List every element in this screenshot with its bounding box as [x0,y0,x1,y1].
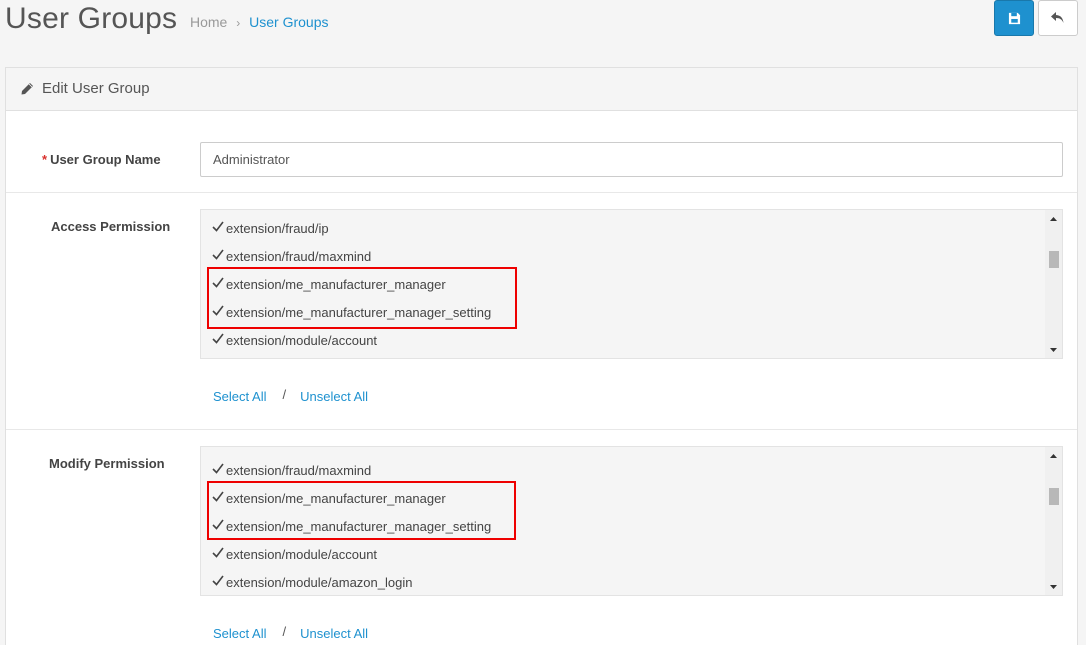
pencil-icon [21,83,33,95]
highlight-annotation [207,267,517,329]
user-group-name-input[interactable] [200,142,1063,177]
breadcrumb: Home › User Groups [190,14,329,30]
scroll-thumb[interactable] [1049,488,1059,505]
scrollbar[interactable] [1045,210,1062,358]
breadcrumb-user-groups[interactable]: User Groups [249,14,328,30]
modify-item-module-amazon-login[interactable]: extension/module/amazon_login [211,572,412,592]
permission-label: extension/fraud/maxmind [226,248,372,264]
permission-label: extension/fraud/ip [226,220,329,236]
modify-item-fraud-maxmind[interactable]: extension/fraud/maxmind [211,460,371,480]
checkbox[interactable] [211,462,224,475]
checkbox[interactable] [211,574,224,587]
access-select-all-link[interactable]: Select All [213,389,266,404]
panel-heading: Edit User Group [6,68,1077,111]
access-permission-label: Access Permission [51,219,171,234]
permission-label: extension/module/amazon_login [226,574,413,590]
access-unselect-all-link[interactable]: Unselect All [300,389,368,404]
checkbox[interactable] [211,220,224,233]
checkbox[interactable] [211,546,224,559]
back-button[interactable] [1038,0,1078,36]
save-button[interactable] [994,0,1034,36]
scroll-thumb[interactable] [1049,251,1059,268]
scroll-down-arrow-icon[interactable] [1045,578,1062,595]
breadcrumb-home[interactable]: Home [190,14,227,30]
modify-item-module-account[interactable]: extension/module/account [211,544,377,564]
modify-select-links: Select All / Unselect All [213,624,368,641]
row-divider [6,429,1077,430]
access-item-fraud-maxmind[interactable]: extension/fraud/maxmind [211,246,371,266]
row-divider [6,192,1077,193]
required-marker: * [42,152,48,167]
user-group-name-label-text: User Group Name [50,152,161,167]
checkbox[interactable] [211,332,224,345]
scroll-down-arrow-icon[interactable] [1045,341,1062,358]
checkmark-icon [211,575,224,586]
modify-permission-label: Modify Permission [49,456,165,471]
save-icon [1008,12,1020,24]
access-item-fraud-ip[interactable]: extension/fraud/ip [211,218,329,238]
permission-label: extension/module/account [226,332,378,348]
modify-unselect-all-link[interactable]: Unselect All [300,626,368,641]
checkmark-icon [211,463,224,474]
scroll-up-arrow-icon[interactable] [1045,210,1062,227]
highlight-annotation [207,481,516,540]
scrollbar[interactable] [1045,447,1062,595]
permission-label: extension/module/account [226,546,378,562]
page-header: User Groups Home › User Groups [0,0,1086,52]
modify-select-all-link[interactable]: Select All [213,626,266,641]
link-separator: / [282,387,287,402]
page-title: User Groups [5,2,178,35]
link-separator: / [282,624,287,639]
access-item-module-account[interactable]: extension/module/account [211,330,377,350]
permission-label: extension/fraud/maxmind [226,462,372,478]
checkmark-icon [211,333,224,344]
checkmark-icon [211,249,224,260]
scroll-up-arrow-icon[interactable] [1045,447,1062,464]
checkmark-icon [211,547,224,558]
checkbox[interactable] [211,248,224,261]
panel-title: Edit User Group [42,80,150,97]
checkmark-icon [211,221,224,232]
reply-icon [1051,12,1064,23]
edit-user-group-panel: Edit User Group *User Group Name Access … [5,67,1078,645]
breadcrumb-separator: › [236,16,241,30]
access-select-links: Select All / Unselect All [213,387,368,404]
user-group-name-label: * User Group Name [42,152,161,167]
